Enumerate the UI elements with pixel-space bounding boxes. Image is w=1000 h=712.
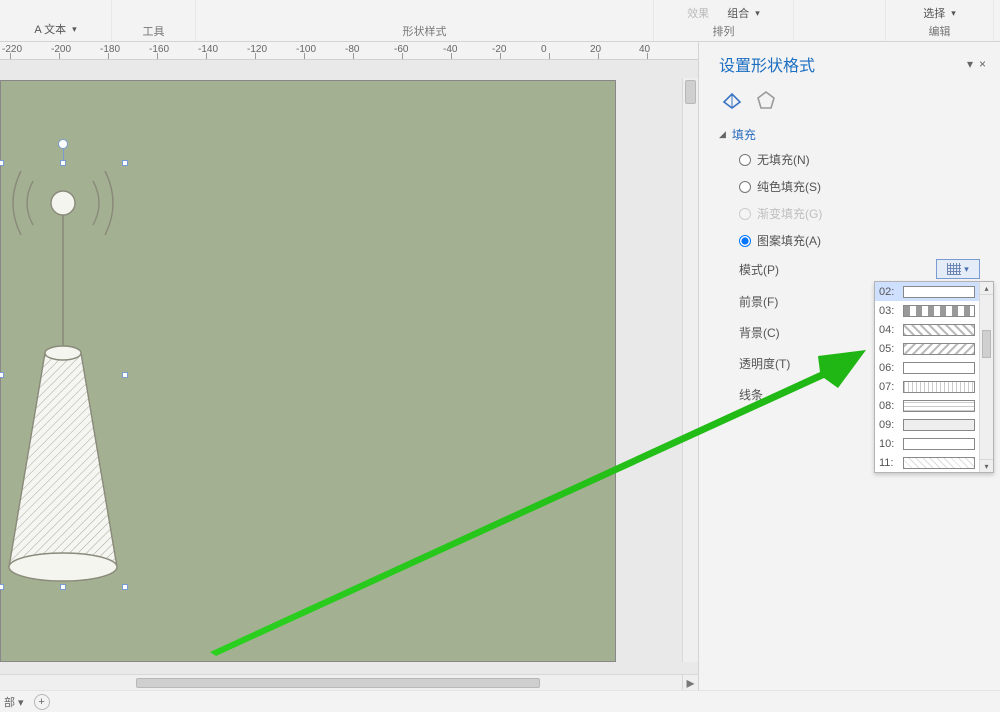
scroll-thumb[interactable] [136, 678, 540, 688]
scroll-thumb[interactable] [982, 330, 991, 358]
pattern-swatch [903, 324, 975, 336]
scroll-up-icon[interactable]: ▴ [980, 282, 993, 295]
pattern-option[interactable]: 02: [875, 282, 993, 301]
format-shape-pane: 设置形状格式 ▾ × ◢ 填充 无填充(N) 纯色填充(S) 渐变填充(G) 图… [698, 42, 1000, 690]
pattern-id: 10: [879, 438, 899, 450]
pattern-swatch [903, 362, 975, 374]
ruler-mark: -160 [149, 44, 169, 55]
pattern-mode-row: 模式(P) ▾ [739, 259, 980, 279]
drawing-page[interactable] [0, 80, 616, 662]
fill-section-header[interactable]: ◢ 填充 [699, 122, 1000, 147]
add-page-button[interactable]: + [34, 694, 50, 710]
pattern-label: 模式(P) [739, 261, 936, 278]
scroll-arrow-right[interactable]: ▸ [682, 675, 698, 690]
antenna-shape [1, 163, 125, 587]
selected-shape[interactable] [1, 163, 125, 587]
ribbon-align-btn[interactable]: 效果 组合 ▾ [687, 5, 760, 23]
pattern-option[interactable]: 04: [875, 320, 993, 339]
ruler-mark: -100 [296, 44, 316, 55]
pattern-props: 模式(P) ▾ 前景(F) 背景(C) 透明度(T) 线条 ▴ ▾ [699, 253, 1000, 403]
pattern-swatch [903, 343, 975, 355]
ribbon-group-edit: 选择 ▾ 编辑 [886, 0, 994, 41]
ribbon-select-btn[interactable]: 选择 ▾ [923, 5, 956, 23]
pattern-swatch [903, 286, 975, 298]
scroll-down-icon[interactable]: ▾ [980, 459, 993, 472]
pattern-swatch [903, 381, 975, 393]
ruler-mark: -180 [100, 44, 120, 55]
pattern-id: 07: [879, 381, 899, 393]
pattern-id: 03: [879, 305, 899, 317]
pattern-option[interactable]: 03: [875, 301, 993, 320]
pattern-option[interactable]: 08: [875, 396, 993, 415]
ribbon-group-shape-styles: 形状样式 [196, 0, 654, 41]
ruler-mark: 40 [639, 44, 650, 55]
pattern-swatch [903, 457, 975, 469]
pattern-option[interactable]: 09: [875, 415, 993, 434]
pattern-id: 09: [879, 419, 899, 431]
pattern-option[interactable]: 05: [875, 339, 993, 358]
collapse-icon: ◢ [719, 129, 726, 140]
pattern-dropdown[interactable]: ▴ ▾ 02: 03: 04: 05: 06: 07: 08: 09: 10: 11: [874, 281, 994, 473]
fill-none-option[interactable]: 无填充(N) [739, 151, 1000, 168]
pattern-option[interactable]: 07: [875, 377, 993, 396]
pane-category-icons [699, 82, 1000, 122]
fill-section-label: 填充 [732, 126, 756, 143]
ruler-mark: -140 [198, 44, 218, 55]
fill-options: 无填充(N) 纯色填充(S) 渐变填充(G) 图案填充(A) [699, 147, 1000, 253]
fill-solid-option[interactable]: 纯色填充(S) [739, 178, 1000, 195]
ruler-mark: -120 [247, 44, 267, 55]
rotate-handle[interactable] [58, 139, 68, 149]
scrollbar-horizontal[interactable]: ▸ [0, 674, 698, 690]
pattern-swatch [903, 419, 975, 431]
pane-menu-icon[interactable]: ▾ [967, 57, 973, 71]
ruler-mark: 20 [590, 44, 601, 55]
ribbon-label-tools: 工具 [143, 23, 165, 39]
pattern-option[interactable]: 11: [875, 453, 993, 472]
pattern-picker-button[interactable]: ▾ [936, 259, 980, 279]
fill-line-icon[interactable] [719, 88, 745, 112]
fill-gradient-option: 渐变填充(G) [739, 205, 1000, 222]
ruler-mark: -200 [51, 44, 71, 55]
ribbon-group-arrange: 效果 组合 ▾ 排列 [654, 0, 794, 41]
pattern-id: 08: [879, 400, 899, 412]
pane-title: 设置形状格式 [719, 52, 815, 76]
pattern-id: 05: [879, 343, 899, 355]
pattern-swatch [903, 305, 975, 317]
fill-pattern-option[interactable]: 图案填充(A) [739, 232, 1000, 249]
pattern-option[interactable]: 06: [875, 358, 993, 377]
ribbon-label-arrange: 排列 [713, 23, 735, 39]
work-row: -220-200-180-160-140-120-100-80-60-40-20… [0, 42, 1000, 690]
effects-icon[interactable] [753, 88, 779, 112]
pattern-list-scrollbar[interactable]: ▴ ▾ [979, 282, 993, 472]
pane-header: 设置形状格式 ▾ × [699, 42, 1000, 82]
ribbon-label-edit: 编辑 [929, 23, 951, 39]
ruler-mark: -220 [2, 44, 22, 55]
ribbon-group-left: A 文本 ▾ [0, 0, 112, 41]
pattern-id: 11: [879, 457, 899, 469]
page-tab[interactable]: 部 ▾ [4, 694, 24, 710]
ribbon: A 文本 ▾ 工具 形状样式 效果 组合 ▾ 排列 选择 ▾ 编辑 [0, 0, 1000, 42]
pattern-id: 04: [879, 324, 899, 336]
pattern-id: 06: [879, 362, 899, 374]
pattern-option[interactable]: 10: [875, 434, 993, 453]
pattern-swatch [903, 400, 975, 412]
status-bar: 部 ▾ + [0, 690, 1000, 712]
canvas-wrap: -220-200-180-160-140-120-100-80-60-40-20… [0, 42, 698, 690]
close-icon[interactable]: × [979, 57, 986, 71]
ruler-horizontal: -220-200-180-160-140-120-100-80-60-40-20… [0, 42, 698, 60]
ribbon-group-gap [794, 0, 886, 41]
canvas-area[interactable] [0, 60, 698, 674]
scrollbar-vertical[interactable] [682, 78, 698, 662]
pattern-swatch [903, 438, 975, 450]
ribbon-text-btn[interactable]: A 文本 ▾ [34, 21, 76, 39]
scroll-thumb[interactable] [685, 80, 696, 104]
ruler-mark: 0 [541, 44, 547, 55]
ribbon-label-shape-styles: 形状样式 [403, 23, 447, 39]
ribbon-group-tools: 工具 [112, 0, 196, 41]
pattern-id: 02: [879, 286, 899, 298]
